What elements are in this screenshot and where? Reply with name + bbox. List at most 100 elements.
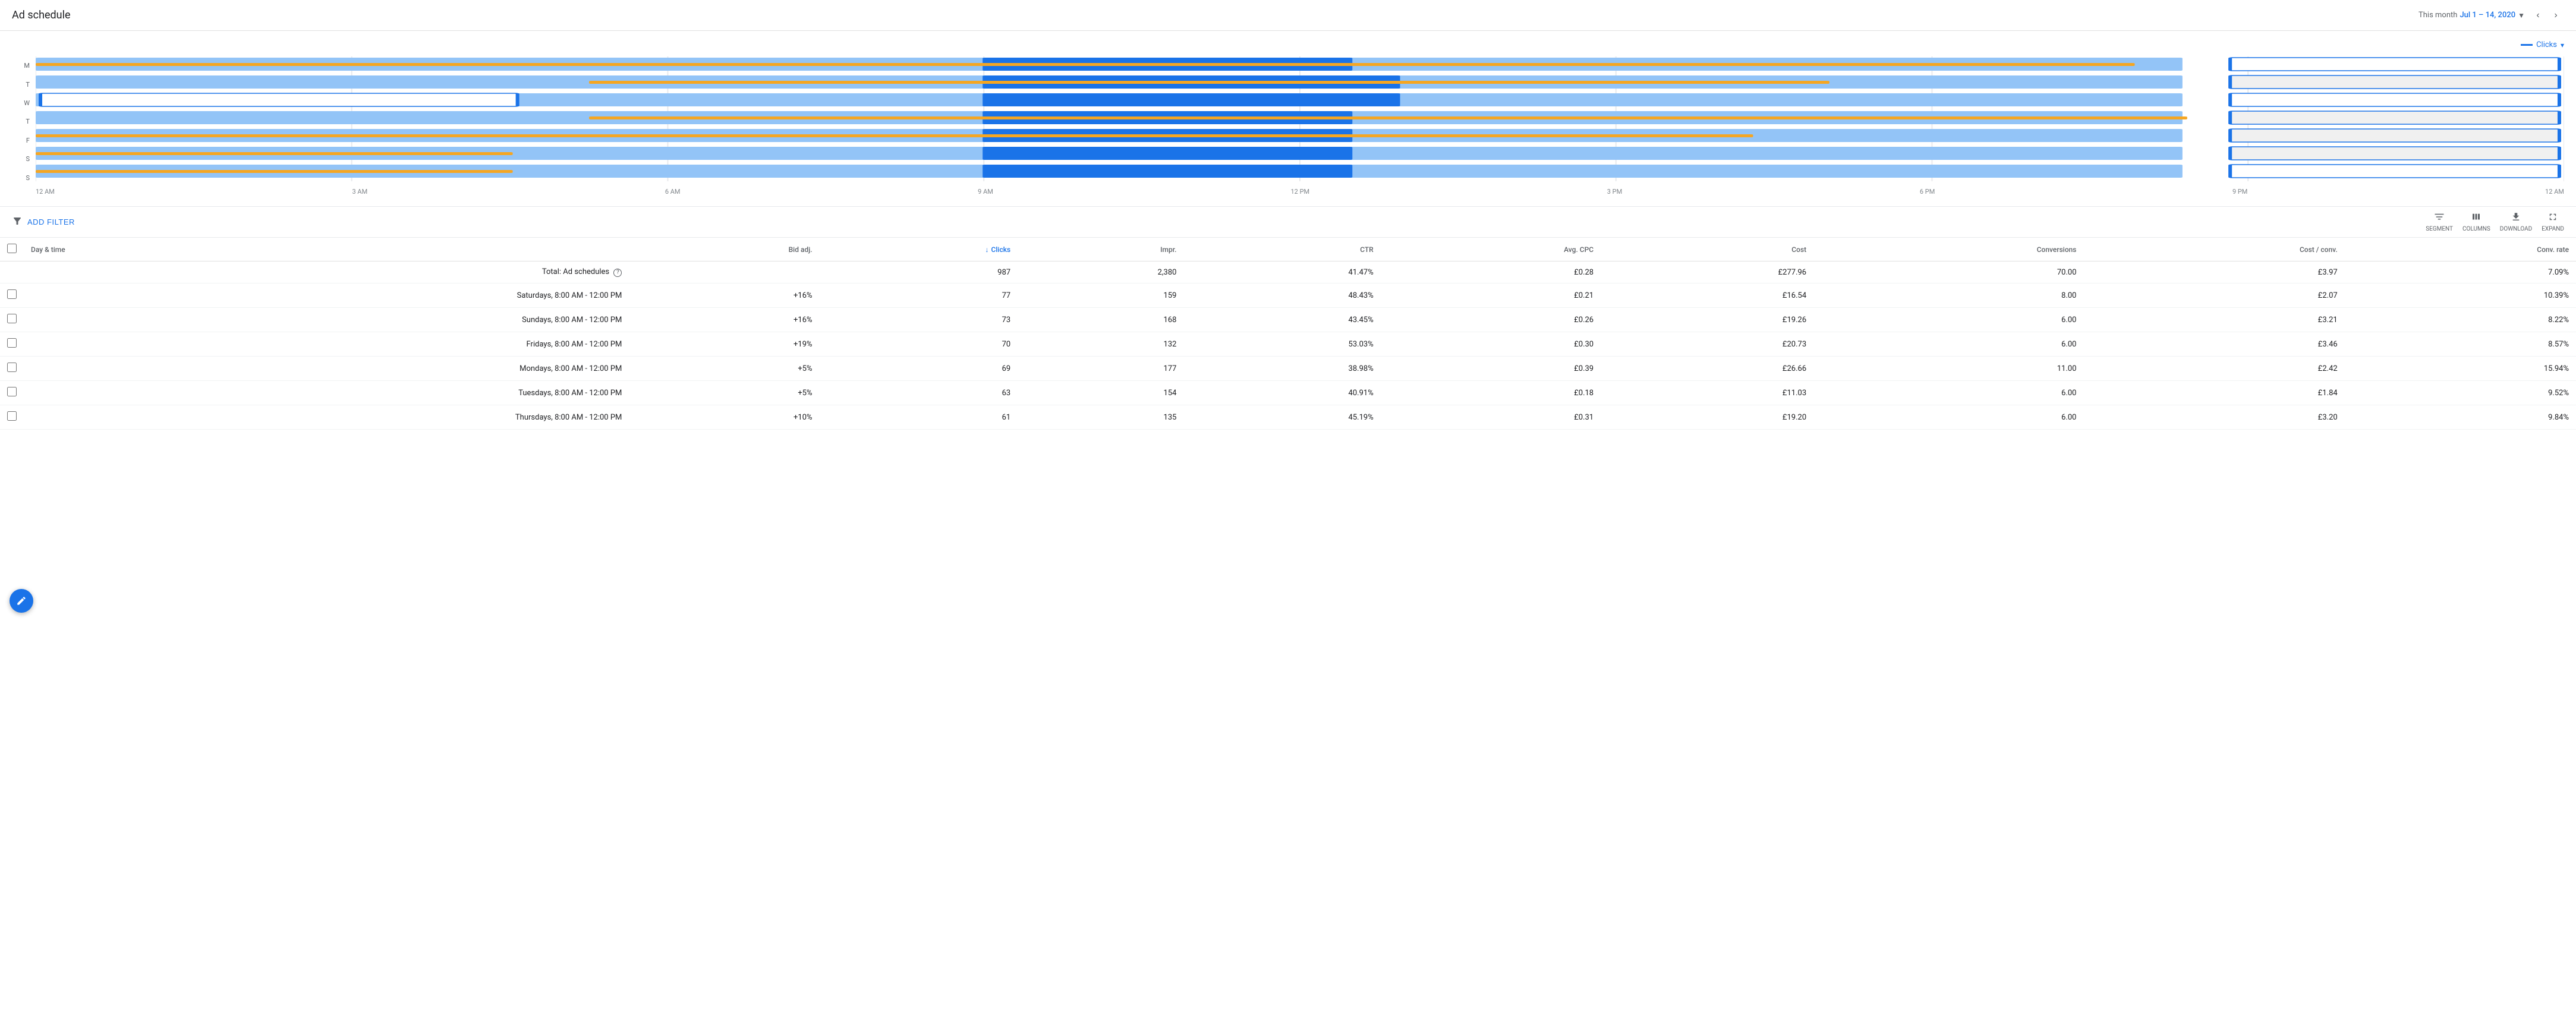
row-checkbox-5[interactable] bbox=[7, 411, 17, 421]
row-checkbox-4[interactable] bbox=[7, 387, 17, 396]
table-row: Sundays, 8:00 AM - 12:00 PM +16% 73 168 … bbox=[0, 308, 2576, 332]
col-header-day-time[interactable]: Day & time bbox=[24, 238, 629, 261]
row-cost-conv: £3.21 bbox=[2084, 308, 2345, 332]
col-header-impr[interactable]: Impr. bbox=[1018, 238, 1183, 261]
row-impr: 168 bbox=[1018, 308, 1183, 332]
columns-icon bbox=[2471, 212, 2481, 225]
total-cost-conv: £3.97 bbox=[2084, 261, 2345, 283]
time-label-9pm: 9 PM bbox=[2232, 188, 2247, 196]
row-cost: £19.20 bbox=[1601, 405, 1813, 430]
download-icon bbox=[2511, 212, 2521, 225]
table-header-row: Day & time Bid adj. ↓Clicks Impr. CTR Av… bbox=[0, 238, 2576, 261]
row-checkbox-cell[interactable] bbox=[0, 332, 24, 357]
gantt-chart: 12 AM 3 AM 6 AM 9 AM 12 PM 3 PM 6 PM 9 P… bbox=[36, 56, 2564, 187]
row-cost: £16.54 bbox=[1601, 283, 1813, 308]
total-help-icon[interactable]: ? bbox=[613, 269, 622, 277]
total-checkbox-cell bbox=[0, 261, 24, 283]
row-avg-cpc: £0.31 bbox=[1381, 405, 1601, 430]
time-label-12pm: 12 PM bbox=[1290, 188, 1309, 196]
legend-line bbox=[2521, 44, 2533, 46]
row-conversions: 6.00 bbox=[1813, 381, 2083, 405]
expand-label: EXPAND bbox=[2542, 226, 2564, 232]
row-day-time: Saturdays, 8:00 AM - 12:00 PM bbox=[24, 283, 629, 308]
row-day-time: Fridays, 8:00 AM - 12:00 PM bbox=[24, 332, 629, 357]
legend-clicks[interactable]: Clicks ▾ bbox=[2521, 40, 2564, 49]
col-header-bid-adj[interactable]: Bid adj. bbox=[629, 238, 819, 261]
row-avg-cpc: £0.39 bbox=[1381, 357, 1601, 381]
row-conv-rate: 9.84% bbox=[2345, 405, 2576, 430]
total-conv-rate: 7.09% bbox=[2345, 261, 2576, 283]
expand-button[interactable]: EXPAND bbox=[2542, 212, 2564, 232]
segment-button[interactable]: SEGMENT bbox=[2426, 212, 2453, 232]
row-conv-rate: 10.39% bbox=[2345, 283, 2576, 308]
row-conv-rate: 8.57% bbox=[2345, 332, 2576, 357]
row-impr: 159 bbox=[1018, 283, 1183, 308]
next-arrow[interactable]: › bbox=[2547, 7, 2564, 24]
columns-button[interactable]: COLUMNS bbox=[2462, 212, 2490, 232]
time-label-3am: 3 AM bbox=[352, 188, 368, 196]
day-labels: M T W T F S S bbox=[24, 56, 36, 187]
total-cost: £277.96 bbox=[1601, 261, 1813, 283]
total-avg-cpc: £0.28 bbox=[1381, 261, 1601, 283]
table-row: Thursdays, 8:00 AM - 12:00 PM +10% 61 13… bbox=[0, 405, 2576, 430]
col-header-clicks[interactable]: ↓Clicks bbox=[820, 238, 1018, 261]
legend-label: Clicks bbox=[2536, 40, 2557, 49]
nav-arrows: ‹ › bbox=[2530, 7, 2564, 24]
gantt-svg bbox=[36, 56, 2564, 181]
day-label-f: F bbox=[24, 132, 30, 149]
col-header-ctr[interactable]: CTR bbox=[1183, 238, 1380, 261]
header-right: This month Jul 1 – 14, 2020 ▼ ‹ › bbox=[2418, 7, 2564, 24]
select-all-checkbox[interactable] bbox=[7, 244, 17, 253]
toolbar-right: SEGMENT COLUMNS DOWNLOAD EXPAND bbox=[2426, 212, 2564, 232]
legend-dropdown-icon[interactable]: ▾ bbox=[2561, 41, 2564, 49]
col-header-avg-cpc[interactable]: Avg. CPC bbox=[1381, 238, 1601, 261]
time-label-12am-end: 12 AM bbox=[2545, 188, 2564, 196]
row-checkbox-cell[interactable] bbox=[0, 357, 24, 381]
date-dropdown-icon[interactable]: ▼ bbox=[2518, 11, 2525, 20]
select-all-cell[interactable] bbox=[0, 238, 24, 261]
download-button[interactable]: DOWNLOAD bbox=[2500, 212, 2532, 232]
row-day-time: Tuesdays, 8:00 AM - 12:00 PM bbox=[24, 381, 629, 405]
row-checkbox-cell[interactable] bbox=[0, 381, 24, 405]
row-checkbox-cell[interactable] bbox=[0, 405, 24, 430]
row-cost-conv: £3.46 bbox=[2084, 332, 2345, 357]
row-checkbox-cell[interactable] bbox=[0, 283, 24, 308]
time-label-3pm: 3 PM bbox=[1607, 188, 1622, 196]
row-ctr: 38.98% bbox=[1183, 357, 1380, 381]
row-checkbox-1[interactable] bbox=[7, 314, 17, 323]
col-header-conv-rate[interactable]: Conv. rate bbox=[2345, 238, 2576, 261]
row-clicks: 73 bbox=[820, 308, 1018, 332]
edit-fab[interactable] bbox=[10, 589, 33, 613]
row-ctr: 40.91% bbox=[1183, 381, 1380, 405]
col-header-cost-conv[interactable]: Cost / conv. bbox=[2084, 238, 2345, 261]
row-clicks: 69 bbox=[820, 357, 1018, 381]
row-cost: £19.26 bbox=[1601, 308, 1813, 332]
row-avg-cpc: £0.26 bbox=[1381, 308, 1601, 332]
table-row: Tuesdays, 8:00 AM - 12:00 PM +5% 63 154 … bbox=[0, 381, 2576, 405]
total-clicks: 987 bbox=[820, 261, 1018, 283]
row-checkbox-2[interactable] bbox=[7, 338, 17, 348]
row-conv-rate: 15.94% bbox=[2345, 357, 2576, 381]
row-conv-rate: 8.22% bbox=[2345, 308, 2576, 332]
row-checkbox-3[interactable] bbox=[7, 363, 17, 372]
col-header-conversions[interactable]: Conversions bbox=[1813, 238, 2083, 261]
filter-icon bbox=[12, 216, 23, 229]
chart-container: Clicks ▾ M T W T F S S bbox=[0, 31, 2576, 187]
row-day-time: Thursdays, 8:00 AM - 12:00 PM bbox=[24, 405, 629, 430]
add-filter-button[interactable]: ADD FILTER bbox=[27, 218, 75, 226]
time-label-6am: 6 AM bbox=[665, 188, 681, 196]
row-checkbox-0[interactable] bbox=[7, 289, 17, 299]
col-header-cost[interactable]: Cost bbox=[1601, 238, 1813, 261]
row-clicks: 70 bbox=[820, 332, 1018, 357]
row-bid-adj: +5% bbox=[629, 381, 819, 405]
table-container: Day & time Bid adj. ↓Clicks Impr. CTR Av… bbox=[0, 238, 2576, 430]
page-title: Ad schedule bbox=[12, 9, 71, 21]
day-label-w: W bbox=[24, 95, 30, 112]
prev-arrow[interactable]: ‹ bbox=[2530, 7, 2546, 24]
row-cost: £20.73 bbox=[1601, 332, 1813, 357]
row-cost: £26.66 bbox=[1601, 357, 1813, 381]
row-clicks: 77 bbox=[820, 283, 1018, 308]
row-checkbox-cell[interactable] bbox=[0, 308, 24, 332]
total-row: Total: Ad schedules ? 987 2,380 41.47% £… bbox=[0, 261, 2576, 283]
row-ctr: 48.43% bbox=[1183, 283, 1380, 308]
